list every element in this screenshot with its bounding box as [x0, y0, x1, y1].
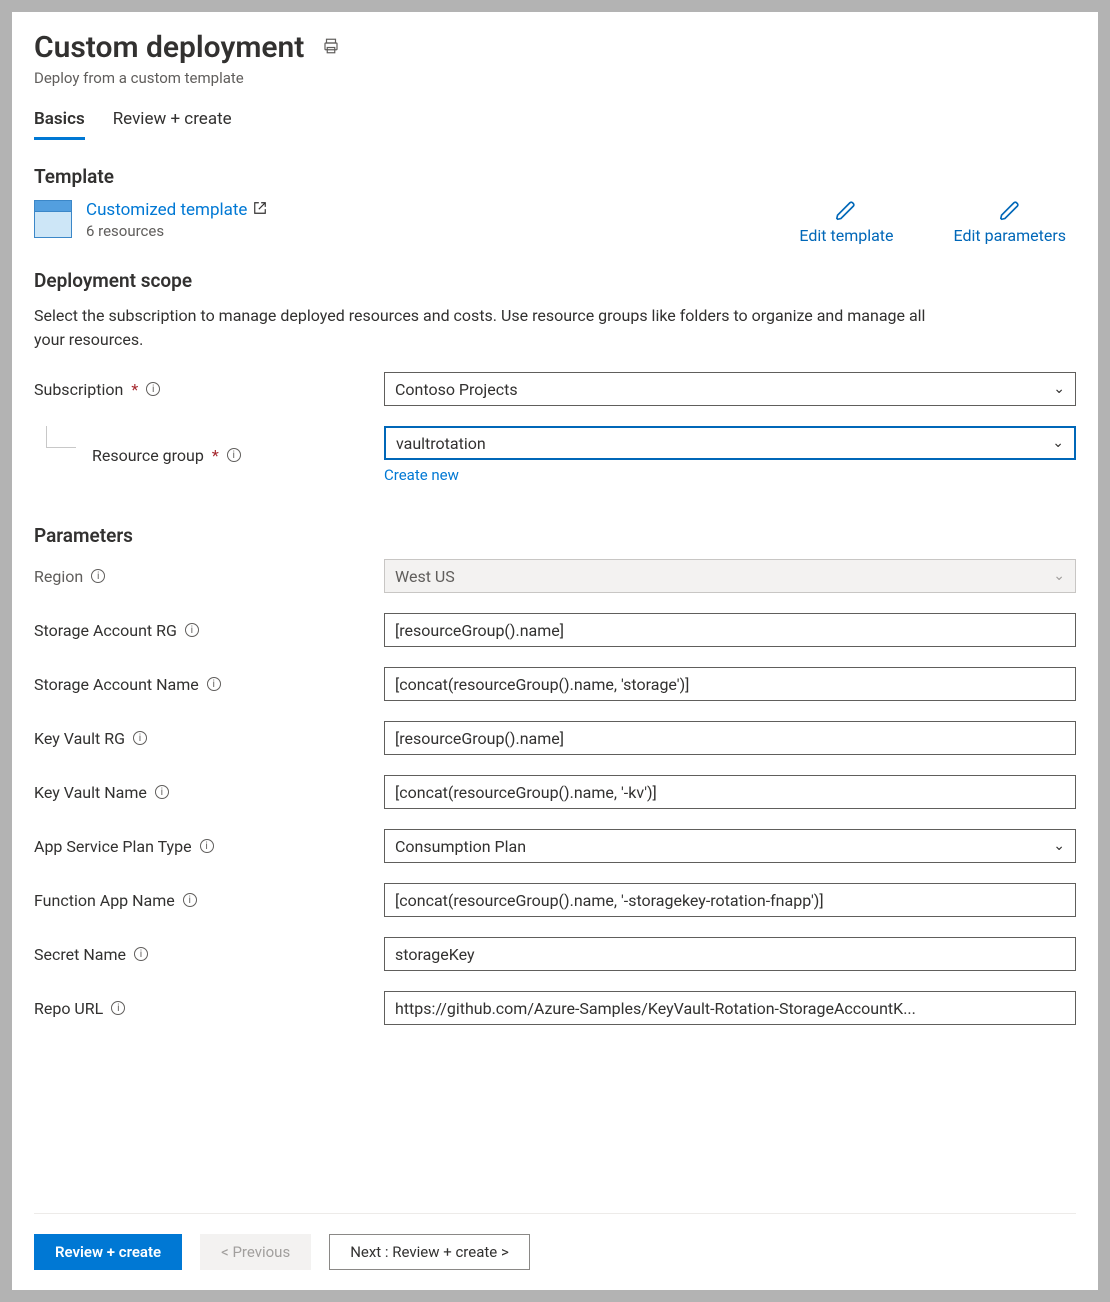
customized-template-link[interactable]: Customized template — [86, 200, 267, 220]
info-icon[interactable]: i — [207, 677, 221, 691]
region-label: Region i — [34, 567, 384, 586]
create-new-link[interactable]: Create new — [384, 466, 459, 484]
resource-group-value: vaultrotation — [396, 434, 486, 453]
chevron-down-icon: ⌄ — [1053, 568, 1065, 584]
edit-parameters-link[interactable]: Edit parameters — [954, 200, 1066, 245]
resource-group-label: Resource group * i — [34, 446, 384, 465]
secret-name-label: Secret Name i — [34, 945, 384, 964]
repo-url-label: Repo URL i — [34, 999, 384, 1018]
tab-basics[interactable]: Basics — [34, 109, 85, 140]
section-parameters-heading: Parameters — [34, 524, 1076, 547]
tab-review-create[interactable]: Review + create — [113, 109, 232, 140]
subscription-value: Contoso Projects — [395, 380, 518, 399]
function-app-name-label: Function App Name i — [34, 891, 384, 910]
repo-url-input[interactable] — [384, 991, 1076, 1025]
resource-group-select[interactable]: vaultrotation ⌄ — [384, 426, 1076, 460]
info-icon[interactable]: i — [111, 1001, 125, 1015]
storage-account-name-label: Storage Account Name i — [34, 675, 384, 694]
pencil-icon — [999, 200, 1021, 222]
storage-account-name-input[interactable] — [384, 667, 1076, 701]
chevron-down-icon: ⌄ — [1053, 381, 1065, 397]
review-create-button[interactable]: Review + create — [34, 1234, 182, 1270]
page-subtitle: Deploy from a custom template — [34, 69, 1076, 87]
next-button[interactable]: Next : Review + create > — [329, 1234, 530, 1270]
secret-name-input[interactable] — [384, 937, 1076, 971]
info-icon[interactable]: i — [185, 623, 199, 637]
info-icon[interactable]: i — [200, 839, 214, 853]
app-service-plan-type-label: App Service Plan Type i — [34, 837, 384, 856]
edit-template-link[interactable]: Edit template — [799, 200, 893, 245]
info-icon[interactable]: i — [227, 448, 241, 462]
region-select: West US ⌄ — [384, 559, 1076, 593]
subscription-label: Subscription * i — [34, 380, 384, 399]
page-title: Custom deployment — [34, 30, 304, 65]
storage-account-rg-label: Storage Account RG i — [34, 621, 384, 640]
section-scope-heading: Deployment scope — [34, 269, 1076, 292]
app-service-plan-type-select[interactable]: Consumption Plan ⌄ — [384, 829, 1076, 863]
customized-template-label: Customized template — [86, 200, 247, 220]
scope-description: Select the subscription to manage deploy… — [34, 304, 954, 352]
info-icon[interactable]: i — [155, 785, 169, 799]
pencil-icon — [835, 200, 857, 222]
previous-button: < Previous — [200, 1234, 311, 1270]
resource-count: 6 resources — [86, 222, 267, 240]
key-vault-name-label: Key Vault Name i — [34, 783, 384, 802]
info-icon[interactable]: i — [134, 947, 148, 961]
key-vault-name-input[interactable] — [384, 775, 1076, 809]
region-value: West US — [395, 567, 455, 586]
chevron-down-icon: ⌄ — [1053, 838, 1065, 854]
key-vault-rg-label: Key Vault RG i — [34, 729, 384, 748]
storage-account-rg-input[interactable] — [384, 613, 1076, 647]
template-icon — [34, 200, 72, 238]
section-template-heading: Template — [34, 165, 1076, 188]
subscription-select[interactable]: Contoso Projects ⌄ — [384, 372, 1076, 406]
info-icon[interactable]: i — [146, 382, 160, 396]
external-link-icon — [253, 201, 267, 219]
plan-value: Consumption Plan — [395, 837, 526, 856]
chevron-down-icon: ⌄ — [1052, 435, 1064, 451]
custom-deployment-panel: Custom deployment Deploy from a custom t… — [12, 12, 1098, 1290]
wizard-footer: Review + create < Previous Next : Review… — [34, 1213, 1076, 1270]
tabs: Basics Review + create — [34, 109, 1076, 141]
info-icon[interactable]: i — [91, 569, 105, 583]
edit-parameters-label: Edit parameters — [954, 226, 1066, 245]
print-icon[interactable] — [322, 37, 340, 59]
key-vault-rg-input[interactable] — [384, 721, 1076, 755]
info-icon[interactable]: i — [133, 731, 147, 745]
info-icon[interactable]: i — [183, 893, 197, 907]
edit-template-label: Edit template — [799, 226, 893, 245]
function-app-name-input[interactable] — [384, 883, 1076, 917]
